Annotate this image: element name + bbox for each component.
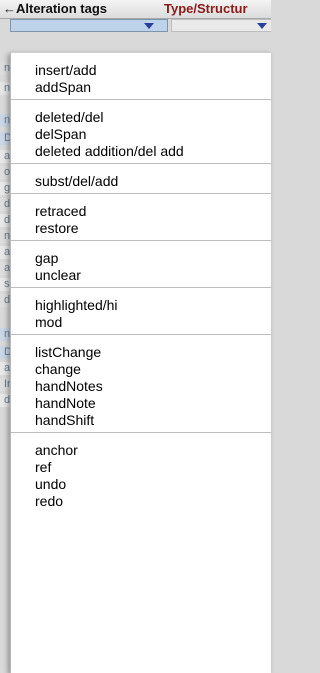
menu-item[interactable]: redo (35, 493, 63, 510)
menu-item[interactable]: deleted addition/del add (35, 143, 184, 160)
menu-item[interactable]: handShift (35, 412, 94, 429)
menu-item[interactable]: ref (35, 459, 51, 476)
menu-separator (11, 99, 271, 100)
menu-item[interactable]: retraced (35, 203, 86, 220)
menu-separator (11, 193, 271, 194)
column-header-type-structure[interactable]: Type/Structur (164, 0, 248, 18)
collapse-arrow-icon[interactable]: ← (3, 0, 16, 18)
menu-item[interactable]: addSpan (35, 79, 91, 96)
menu-separator (11, 334, 271, 335)
menu-item[interactable]: undo (35, 476, 66, 493)
menu-item[interactable]: gap (35, 250, 58, 267)
filter-selects-row (0, 19, 271, 32)
menu-item[interactable]: insert/add (35, 62, 96, 79)
menu-item[interactable]: mod (35, 314, 62, 331)
menu-item[interactable]: subst/del/add (35, 173, 118, 190)
dropdown-arrow-icon (144, 23, 154, 29)
alteration-tag-select[interactable] (10, 19, 168, 32)
alteration-tags-dropdown-menu: insert/add addSpan deleted/del delSpan delet… (10, 52, 271, 673)
menu-separator (11, 163, 271, 164)
menu-item[interactable]: change (35, 361, 81, 378)
menu-item[interactable]: deleted/del (35, 109, 104, 126)
panel-header: ← Alteration tags Type/Structur (0, 0, 271, 19)
type-structure-select[interactable] (171, 19, 271, 32)
menu-item[interactable]: unclear (35, 267, 81, 284)
dropdown-arrow-icon (257, 23, 267, 29)
menu-item[interactable]: highlighted/hi (35, 297, 118, 314)
menu-separator (11, 240, 271, 241)
menu-item[interactable]: handNotes (35, 378, 103, 395)
menu-item[interactable]: anchor (35, 442, 78, 459)
menu-separator (11, 432, 271, 433)
menu-separator (11, 287, 271, 288)
menu-item[interactable]: handNote (35, 395, 96, 412)
menu-item[interactable]: delSpan (35, 126, 86, 143)
menu-item[interactable]: restore (35, 220, 79, 237)
panel-title: Alteration tags (16, 1, 108, 16)
menu-item[interactable]: listChange (35, 344, 101, 361)
